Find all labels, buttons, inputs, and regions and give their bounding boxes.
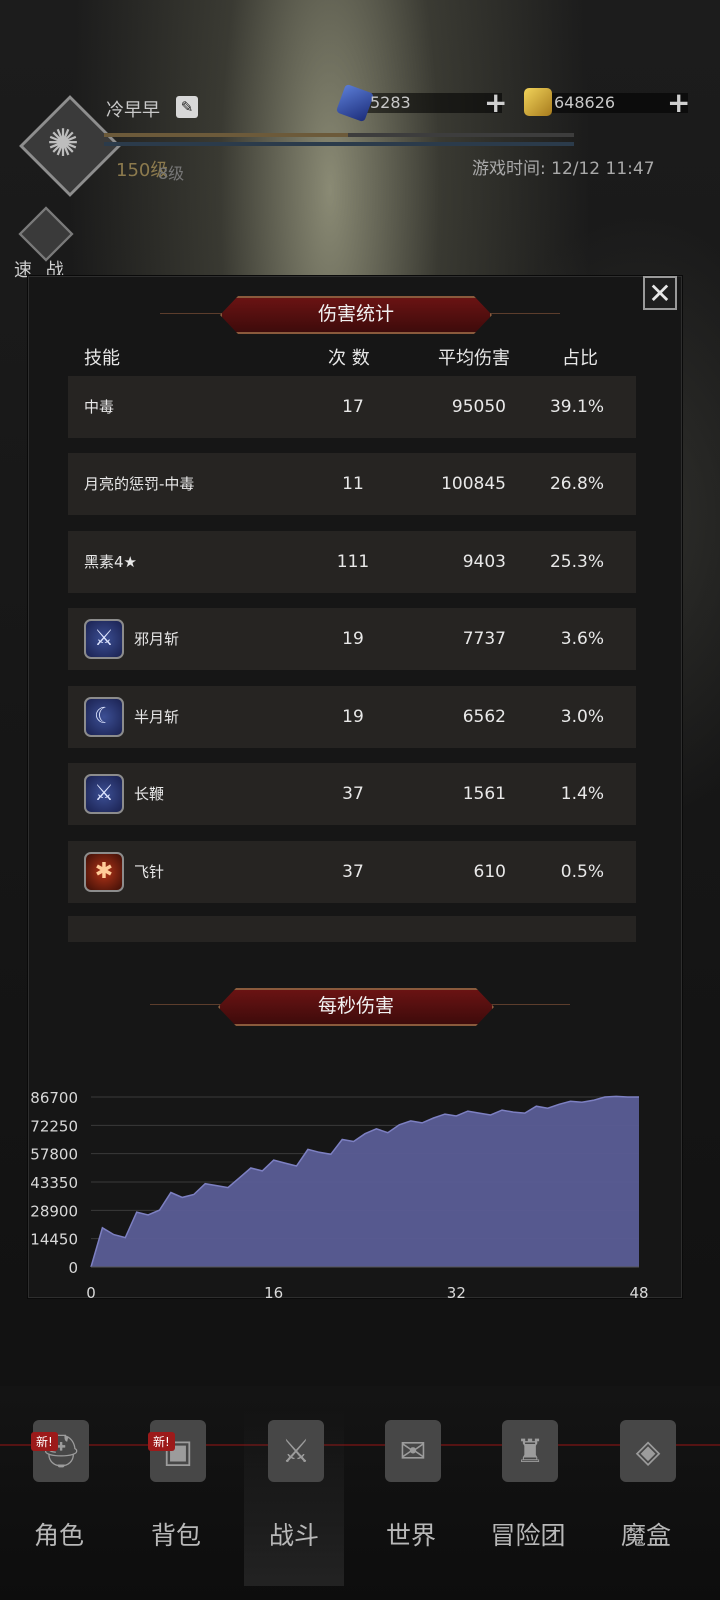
x-tick-label: 32	[447, 1284, 466, 1302]
nav-label: 冒险团	[490, 1521, 566, 1550]
nav-item-magic-box[interactable]: ◈ 魔盒	[596, 1410, 696, 1586]
new-badge: 新!	[31, 1432, 58, 1451]
nav-label: 世界	[385, 1521, 436, 1550]
y-tick-label: 86700	[30, 1089, 78, 1107]
nav-item-world[interactable]: ✉ 世界	[361, 1410, 461, 1586]
helmet-icon: ⛑	[33, 1420, 89, 1482]
y-tick-label: 43350	[30, 1174, 78, 1192]
nav-item-backpack[interactable]: ▣ 新! 背包	[126, 1410, 226, 1586]
nav-item-battle[interactable]: ⚔ 战斗	[244, 1410, 344, 1586]
dps-chart: 86700 72250 57800 43350 28900 14450 00 16 32 48	[30, 1089, 648, 1302]
x-tick-label: 0	[86, 1284, 96, 1302]
nav-label: 背包	[150, 1521, 201, 1550]
y-tick-label: 14450	[30, 1231, 78, 1249]
y-tick-label: 72250	[30, 1117, 78, 1135]
new-badge: 新!	[148, 1432, 175, 1451]
cube-icon: ◈	[620, 1420, 676, 1482]
y-tick-label: 57800	[30, 1146, 78, 1164]
nav-label: 角色	[33, 1521, 84, 1550]
nav-label: 魔盒	[620, 1521, 671, 1550]
y-tick-label: 28900	[30, 1202, 78, 1220]
backpack-icon: ▣	[150, 1420, 206, 1482]
map-scroll-icon: ✉	[385, 1420, 441, 1482]
nav-item-character[interactable]: ⛑ 新! 角色	[9, 1410, 109, 1586]
x-tick-label: 48	[629, 1284, 648, 1302]
shield-sword-icon: ⚔	[268, 1420, 324, 1482]
nav-item-adventure-team[interactable]: ♜ 冒险团	[478, 1410, 578, 1586]
x-tick-label: 16	[264, 1284, 283, 1302]
nav-label: 战斗	[268, 1521, 319, 1550]
castle-icon: ♜	[502, 1420, 558, 1482]
y-tick-label: 0	[68, 1259, 78, 1277]
